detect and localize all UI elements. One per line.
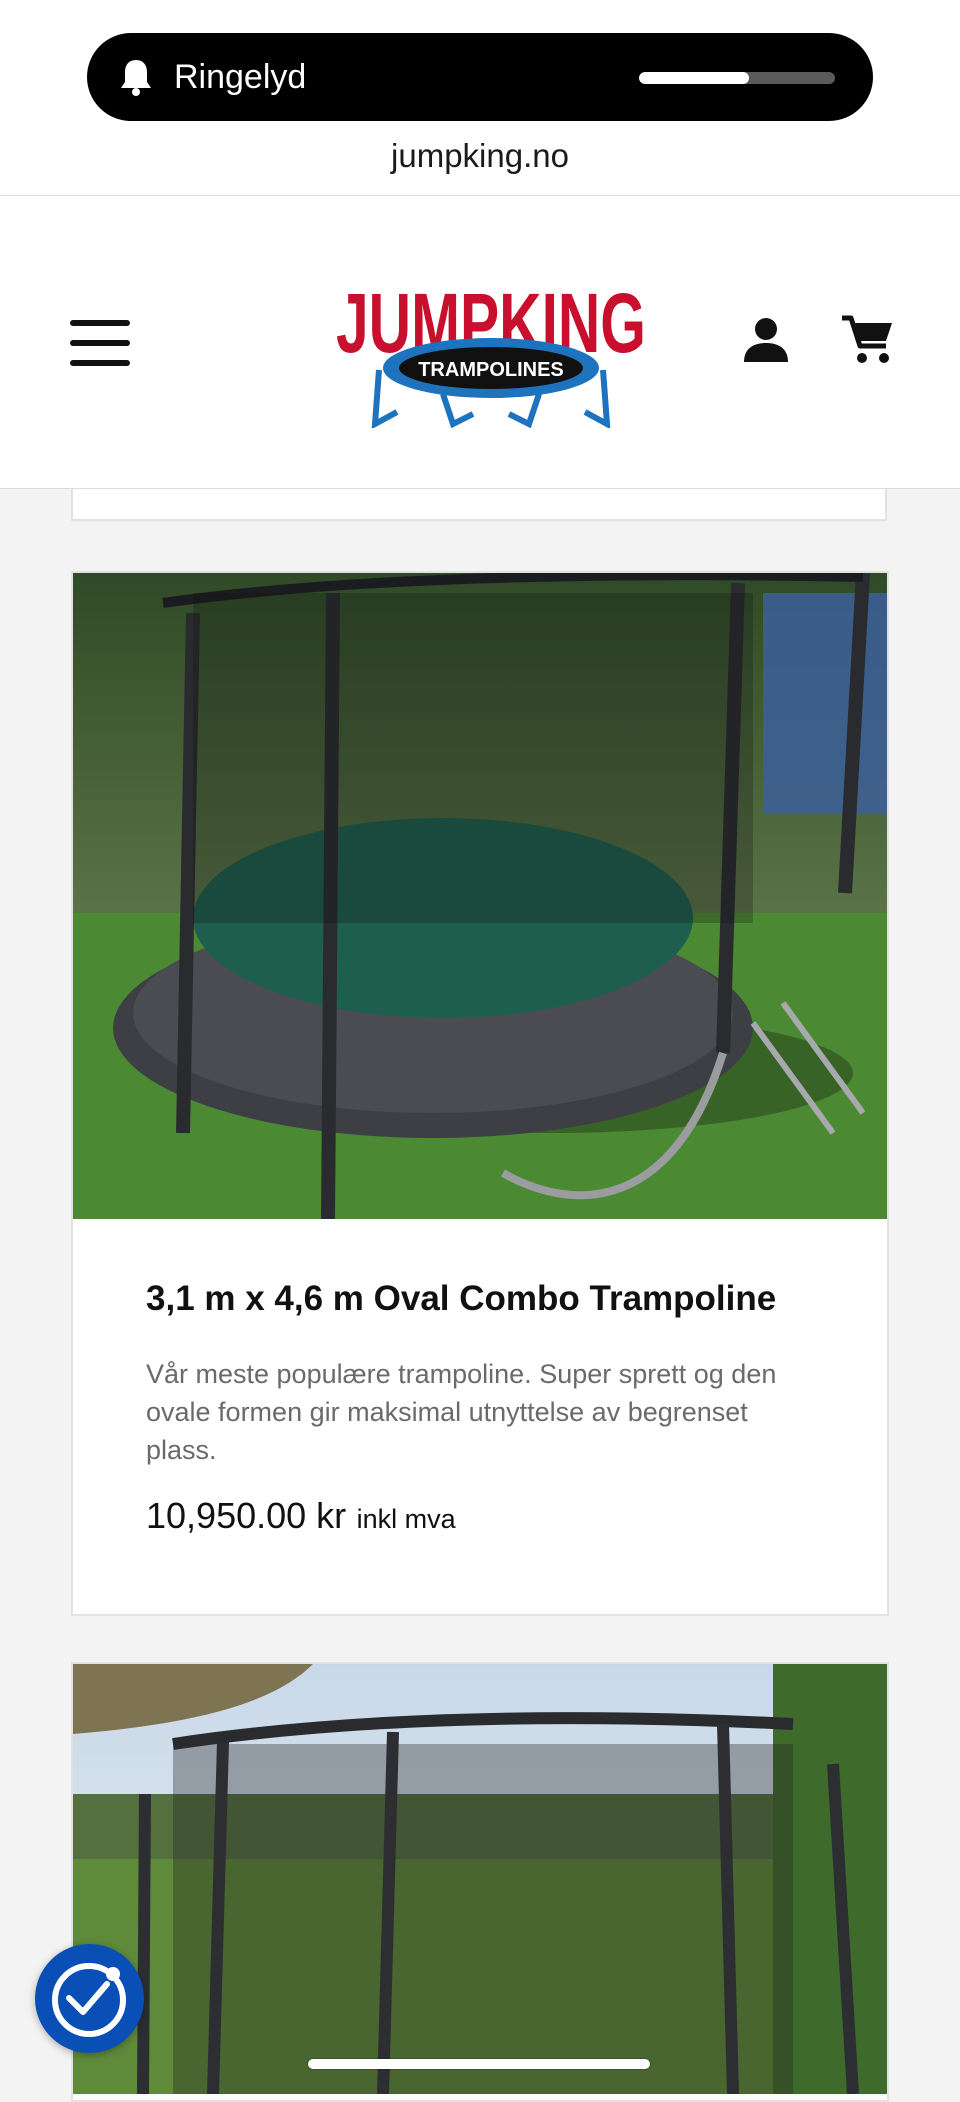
product-price: 10,950.00 kr [146,1495,347,1536]
menu-button[interactable] [70,320,130,366]
jumpking-logo[interactable]: JUMPKING TRAMPOLINES [333,248,649,428]
accessibility-button[interactable] [35,1944,144,2053]
browser-top-bar: Ringelyd jumpking.no [0,0,960,196]
hamburger-menu-icon [70,340,130,346]
ringer-label: Ringelyd [174,58,307,96]
user-icon [744,318,788,362]
volume-bar [639,72,835,84]
logo-subtitle: TRAMPOLINES [418,359,564,381]
product-image-oval-trampoline[interactable] [73,573,887,1219]
hamburger-menu-icon [70,360,130,366]
volume-bar-fill [639,72,749,84]
price-row: 10,950.00 kr inkl mva [146,1495,456,1537]
site-header: JUMPKING TRAMPOLINES [0,196,960,489]
account-button[interactable] [742,316,790,364]
home-indicator[interactable] [308,2059,650,2069]
previous-product-card[interactable] [71,489,887,521]
vat-note: inkl mva [356,1504,456,1534]
product-card[interactable] [71,1662,889,2102]
product-card[interactable]: 3,1 m x 4,6 m Oval Combo Trampoline Vår … [71,571,889,1616]
accessibility-check-icon [52,1963,126,2037]
cart-icon [842,315,892,363]
cart-button[interactable] [840,312,896,368]
product-image-trampoline[interactable] [73,1664,887,2094]
bell-icon [121,60,151,96]
ringer-indicator: Ringelyd [87,33,873,121]
hamburger-menu-icon [70,320,130,326]
product-title[interactable]: 3,1 m x 4,6 m Oval Combo Trampoline [146,1279,776,1319]
product-description: Vår meste populære trampoline. Super spr… [146,1359,777,1465]
address-bar-url[interactable]: jumpking.no [0,136,960,176]
